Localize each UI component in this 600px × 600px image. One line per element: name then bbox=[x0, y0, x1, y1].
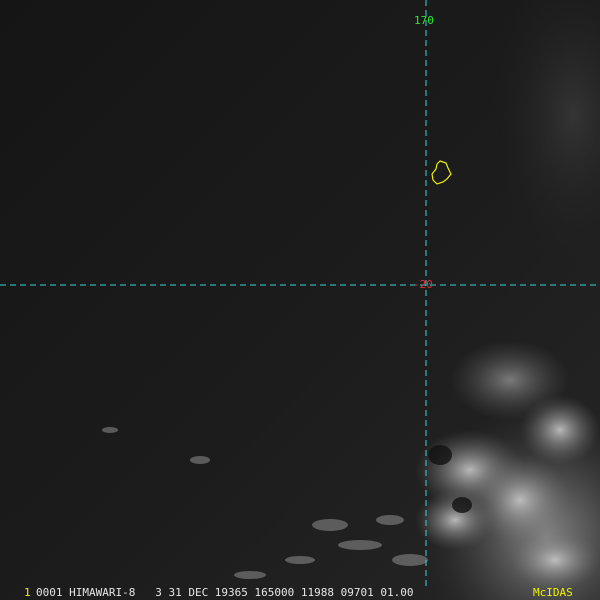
latitude-label: -20 bbox=[413, 278, 433, 291]
mcidas-brand: McIDAS bbox=[533, 586, 573, 599]
image-info-footer: 1 0001 HIMAWARI-8 3 31 DEC 19365 165000 … bbox=[0, 586, 600, 600]
satellite-imagery bbox=[0, 0, 600, 600]
satellite-info-text: 0001 HIMAWARI-8 3 31 DEC 19365 165000 11… bbox=[36, 586, 414, 599]
satellite-image-viewer: 170 -20 1 0001 HIMAWARI-8 3 31 DEC 19365… bbox=[0, 0, 600, 600]
longitude-label: 170 bbox=[414, 14, 434, 27]
frame-number: 1 bbox=[24, 586, 31, 599]
